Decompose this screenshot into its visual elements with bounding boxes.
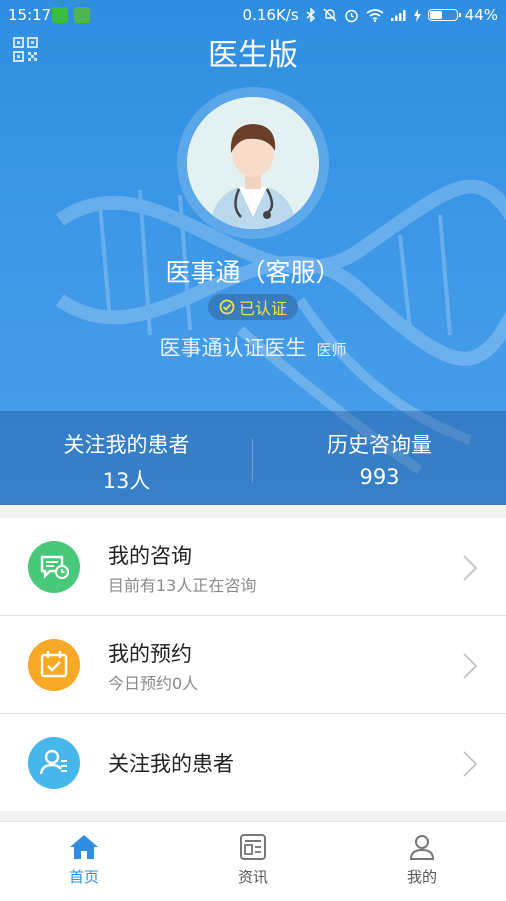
doctor-role: 医师 <box>316 341 347 359</box>
home-icon <box>70 835 98 859</box>
mute-bell-icon <box>323 8 337 22</box>
patient-heart-icon <box>28 737 80 789</box>
stat-value: 13人 <box>102 469 151 493</box>
stat-consultations[interactable]: 历史咨询量 993 <box>253 429 506 489</box>
battery-percent: 44% <box>464 6 498 24</box>
menu-item-title: 关注我的患者 <box>108 752 234 776</box>
doctor-organization: 医事通认证医生 <box>159 336 307 360</box>
news-icon <box>240 834 266 860</box>
charging-icon <box>413 8 421 22</box>
signal-icon <box>390 10 406 21</box>
page-title: 医生版 <box>208 38 298 73</box>
tab-home[interactable]: 首页 <box>0 834 168 887</box>
chevron-right-icon <box>463 653 478 679</box>
menu-item-subtitle: 今日预约0人 <box>108 674 199 693</box>
menu-list: 我的咨询 目前有13人正在咨询 我的预约 今日预约0人 关注我的患者 <box>0 518 506 811</box>
doctor-avatar[interactable] <box>187 97 319 229</box>
tab-news[interactable]: 资讯 <box>169 834 337 887</box>
calendar-check-icon <box>28 639 80 691</box>
chevron-right-icon <box>463 751 478 777</box>
stats-bar: 关注我的患者 13人 历史咨询量 993 <box>0 411 506 505</box>
stat-followers[interactable]: 关注我的患者 13人 <box>0 429 253 495</box>
doctor-illustration <box>187 97 319 229</box>
chevron-right-icon <box>463 555 478 581</box>
chat-clock-icon <box>28 541 80 593</box>
menu-item-subtitle: 目前有13人正在咨询 <box>108 576 257 595</box>
tab-profile[interactable]: 我的 <box>338 834 506 887</box>
wifi-icon <box>366 8 384 22</box>
menu-item-followers[interactable]: 关注我的患者 <box>0 714 506 811</box>
tab-label: 资讯 <box>237 868 268 886</box>
tab-label: 我的 <box>406 868 437 886</box>
bluetooth-icon <box>306 8 315 22</box>
bottom-tab-bar: 首页 资讯 我的 <box>0 821 506 901</box>
stat-label: 关注我的患者 <box>63 433 190 457</box>
tab-label: 首页 <box>68 868 99 886</box>
stat-value: 993 <box>359 465 400 489</box>
verified-label: 已认证 <box>238 299 287 318</box>
check-circle-icon <box>219 299 235 315</box>
stat-label: 历史咨询量 <box>327 433 432 457</box>
menu-item-title: 我的咨询 <box>108 544 192 568</box>
doctor-subtitle: 医事通认证医生 医师 <box>0 332 506 362</box>
network-speed: 0.16K/s <box>242 6 299 24</box>
menu-item-title: 我的预约 <box>108 642 192 666</box>
app-notification-icon <box>74 7 90 23</box>
verified-badge: 已认证 <box>208 294 298 320</box>
status-time: 15:17 <box>8 6 52 24</box>
menu-item-appointments[interactable]: 我的预约 今日预约0人 <box>0 616 506 714</box>
profile-header: 15:17 0.16K/s 44% 医生版 医事通（客服） 已认证 医事通认证医… <box>0 0 506 505</box>
menu-item-consultations[interactable]: 我的咨询 目前有13人正在咨询 <box>0 518 506 616</box>
profile-icon <box>409 835 435 860</box>
status-bar: 15:17 0.16K/s 44% <box>0 0 506 30</box>
alarm-icon <box>344 9 358 22</box>
doctor-name: 医事通（客服） <box>165 258 341 287</box>
wechat-notification-icon <box>52 7 68 23</box>
battery-icon <box>427 9 461 21</box>
